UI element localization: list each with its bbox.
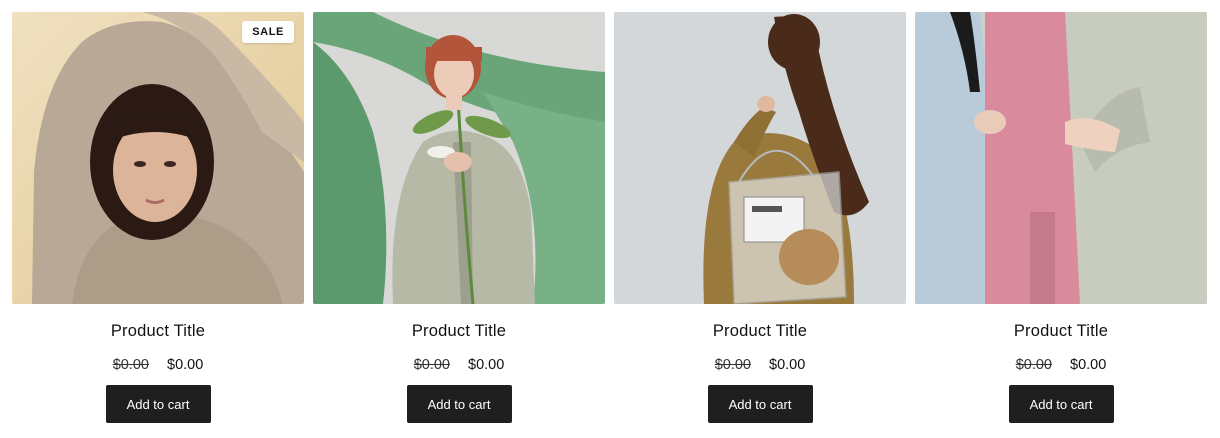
add-to-cart-button[interactable]: Add to cart	[406, 385, 512, 423]
product-title[interactable]: Product Title	[614, 322, 906, 341]
compare-at-price: $0.00	[112, 357, 149, 373]
product-grid: SALE Product Title $0.00 $0.00 Add to ca…	[0, 0, 1220, 438]
sale-price: $0.00	[1070, 357, 1107, 373]
product-photo	[12, 12, 304, 304]
product-image[interactable]	[915, 12, 1207, 304]
product-image[interactable]	[614, 12, 906, 304]
product-card[interactable]: Product Title $0.00 $0.00 Add to cart	[313, 12, 605, 423]
product-image[interactable]: SALE	[12, 12, 304, 304]
sale-price: $0.00	[167, 357, 204, 373]
compare-at-price: $0.00	[413, 357, 450, 373]
sale-price: $0.00	[769, 357, 806, 373]
compare-at-price: $0.00	[714, 357, 751, 373]
price-row: $0.00 $0.00	[313, 357, 605, 373]
product-card[interactable]: SALE Product Title $0.00 $0.00 Add to ca…	[12, 12, 304, 423]
price-row: $0.00 $0.00	[614, 357, 906, 373]
product-title[interactable]: Product Title	[313, 322, 605, 341]
price-row: $0.00 $0.00	[12, 357, 304, 373]
add-to-cart-button[interactable]: Add to cart	[707, 385, 813, 423]
add-to-cart-button[interactable]: Add to cart	[1008, 385, 1114, 423]
compare-at-price: $0.00	[1015, 357, 1052, 373]
product-title[interactable]: Product Title	[12, 322, 304, 341]
price-row: $0.00 $0.00	[915, 357, 1207, 373]
sale-price: $0.00	[468, 357, 505, 373]
product-image[interactable]	[313, 12, 605, 304]
product-card[interactable]: Product Title $0.00 $0.00 Add to cart	[915, 12, 1207, 423]
product-photo	[915, 12, 1207, 304]
sale-badge: SALE	[242, 21, 294, 43]
product-photo	[313, 12, 605, 304]
product-card[interactable]: Product Title $0.00 $0.00 Add to cart	[614, 12, 906, 423]
product-photo	[614, 12, 906, 304]
add-to-cart-button[interactable]: Add to cart	[105, 385, 211, 423]
product-title[interactable]: Product Title	[915, 322, 1207, 341]
